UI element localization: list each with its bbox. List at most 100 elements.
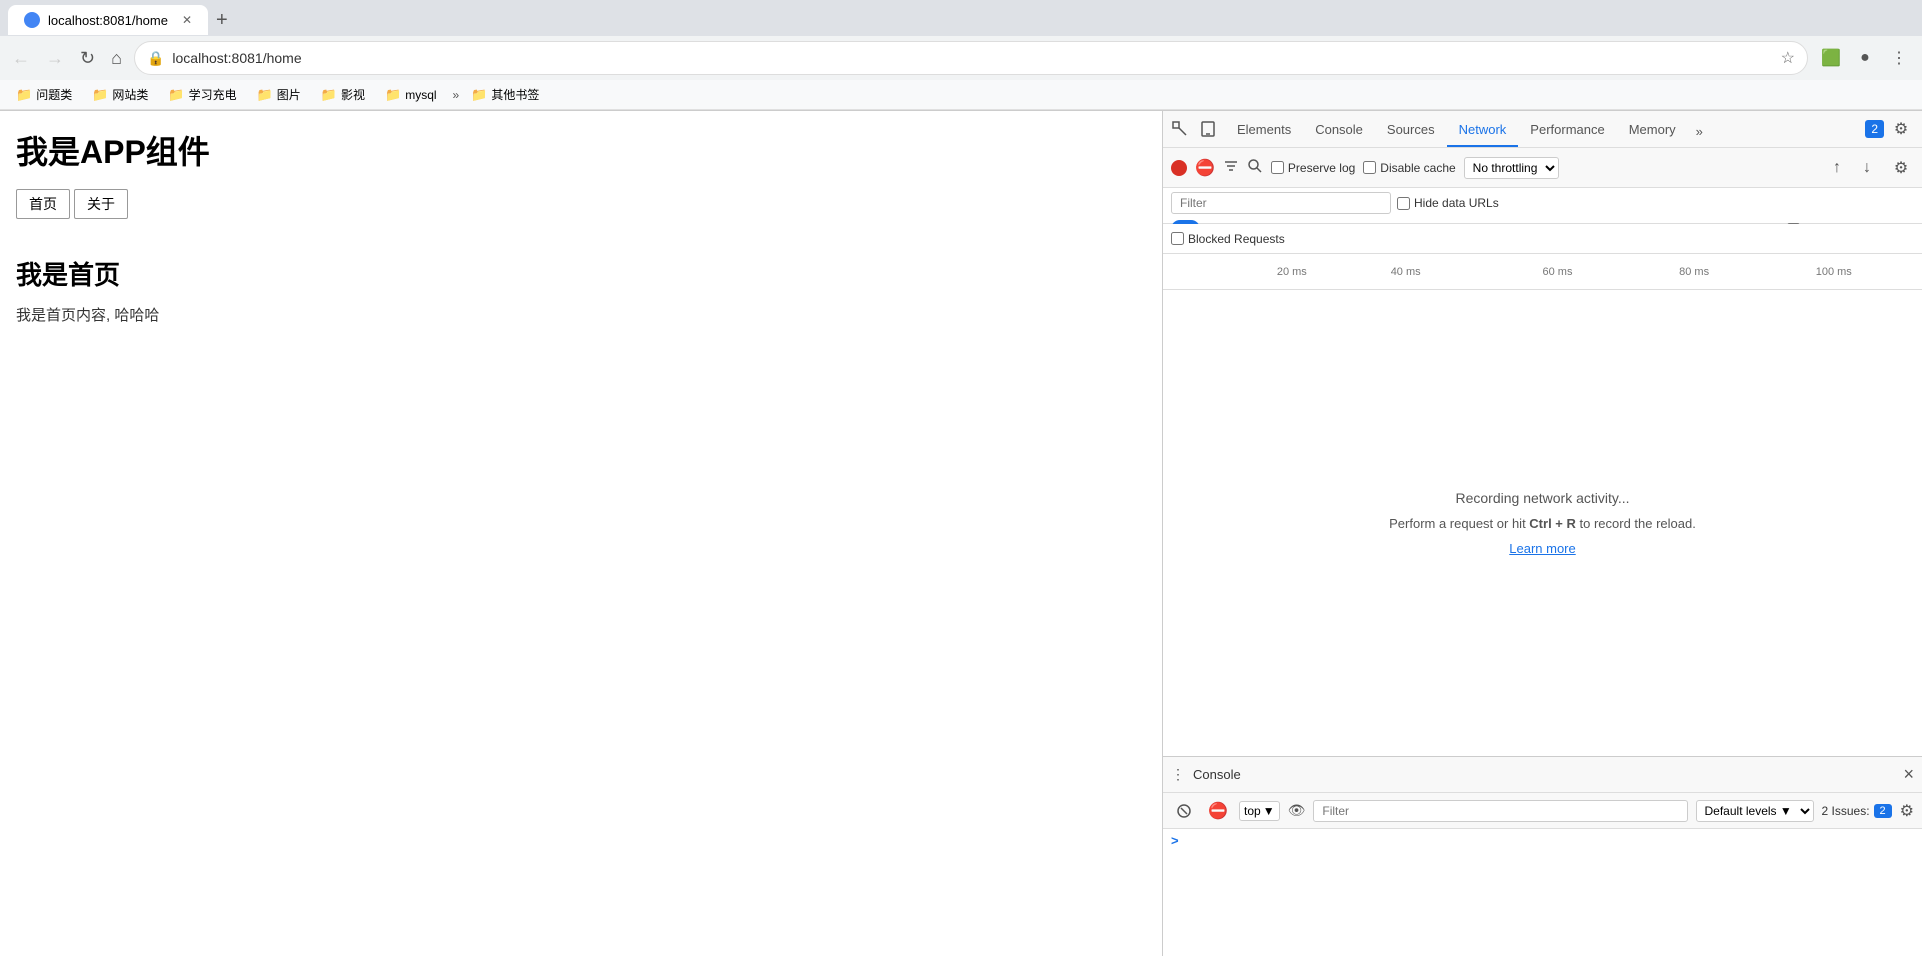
forward-button[interactable]: → <box>42 44 68 73</box>
disable-cache-text: Disable cache <box>1380 161 1455 175</box>
blocked-requests-label[interactable]: Blocked Requests <box>1171 232 1285 246</box>
tab-network[interactable]: Network <box>1447 114 1519 147</box>
tab-performance[interactable]: Performance <box>1518 114 1616 147</box>
bookmark-item[interactable]: 📁 影视 <box>313 84 373 105</box>
console-top-label: top <box>1244 804 1261 818</box>
console-caret: > <box>1171 833 1179 848</box>
filter-icon-button[interactable] <box>1223 158 1239 177</box>
bookmark-label: 问题类 <box>36 86 72 103</box>
record-button[interactable] <box>1171 160 1187 176</box>
throttling-select[interactable]: No throttling Slow 3G Fast 3G Offline <box>1464 157 1559 179</box>
bookmark-item[interactable]: 📁 学习充电 <box>160 84 244 105</box>
bookmark-item[interactable]: 📁 网站类 <box>84 84 156 105</box>
folder-icon: 📁 <box>16 87 32 103</box>
console-stop-button[interactable]: ⛔ <box>1205 798 1231 824</box>
reload-button[interactable]: ↻ <box>76 44 99 73</box>
perform-request-text: Perform a request or hit Ctrl + R to rec… <box>1389 516 1696 531</box>
tab-console[interactable]: Console <box>1303 114 1375 147</box>
console-top-select[interactable]: top ▼ <box>1239 801 1280 821</box>
extensions-button[interactable]: 🟩 <box>1816 43 1846 73</box>
console-clear-button[interactable] <box>1171 798 1197 824</box>
devtools-tab-icons: 2 ⚙ <box>1857 116 1922 142</box>
bookmark-label: 学习充电 <box>189 86 237 103</box>
tab-elements[interactable]: Elements <box>1225 114 1303 147</box>
disable-cache-checkbox[interactable] <box>1363 161 1376 174</box>
recording-text: Recording network activity... <box>1455 490 1629 506</box>
timeline-header: 20 ms 40 ms 60 ms 80 ms 100 ms <box>1163 254 1922 290</box>
bookmark-item[interactable]: 📁 问题类 <box>8 84 80 105</box>
devtools-more-tabs-button[interactable]: » <box>1688 116 1711 147</box>
bookmark-star-icon[interactable]: ☆ <box>1781 48 1795 68</box>
main-area: 我是APP组件 首页 关于 我是首页 我是首页内容, 哈哈哈 Eleme <box>0 111 1922 956</box>
learn-more-link[interactable]: Learn more <box>1509 541 1575 556</box>
search-icon-button[interactable] <box>1247 158 1263 177</box>
about-nav-button[interactable]: 关于 <box>74 189 128 219</box>
home-button[interactable]: ⌂ <box>107 44 126 73</box>
network-empty-state: Recording network activity... Perform a … <box>1163 290 1922 756</box>
devtools-tab-bar: Elements Console Sources Network Perform… <box>1225 111 1857 147</box>
issues-count[interactable]: 2 <box>1874 804 1892 818</box>
nav-bar: ← → ↻ ⌂ 🔒 localhost:8081/home ☆ 🟩 ● ⋮ <box>0 36 1922 80</box>
preserve-log-text: Preserve log <box>1288 161 1355 175</box>
console-eye-button[interactable]: 👁 <box>1288 802 1306 819</box>
bookmark-label: 影视 <box>341 86 365 103</box>
bookmarks-bar: 📁 问题类 📁 网站类 📁 学习充电 📁 图片 📁 影视 📁 mysql » 📁… <box>0 80 1922 110</box>
console-prompt: > <box>1171 833 1914 848</box>
accounts-button[interactable]: ● <box>1850 43 1880 73</box>
menu-button[interactable]: ⋮ <box>1884 43 1914 73</box>
bookmark-item[interactable]: 📁 图片 <box>249 84 309 105</box>
bookmark-label: mysql <box>405 88 436 102</box>
home-nav-button[interactable]: 首页 <box>16 189 70 219</box>
bookmark-item[interactable]: 📁 其他书签 <box>463 84 547 105</box>
upload-icon-button[interactable]: ↑ <box>1824 155 1850 181</box>
app-title: 我是APP组件 <box>16 127 1146 173</box>
bookmark-item[interactable]: 📁 mysql <box>377 85 445 105</box>
network-settings-button[interactable]: ⚙ <box>1888 155 1914 181</box>
bookmark-label: 网站类 <box>112 86 148 103</box>
issues-label: 2 Issues: <box>1822 804 1870 818</box>
address-bar[interactable]: 🔒 localhost:8081/home ☆ <box>134 41 1808 75</box>
disable-cache-label[interactable]: Disable cache <box>1363 161 1455 175</box>
url-text: localhost:8081/home <box>172 50 1772 66</box>
console-body[interactable]: > <box>1163 829 1922 956</box>
network-filter-bar: Hide data URLs All Fetch/XHR JS CSS Img … <box>1163 188 1922 224</box>
issues-badge[interactable]: 2 <box>1865 120 1884 138</box>
devtools-inspect-button[interactable] <box>1167 116 1193 142</box>
upload-download-icons: ↑ ↓ <box>1824 155 1880 181</box>
devtools-settings-button[interactable]: ⚙ <box>1888 116 1914 142</box>
blocked-requests-checkbox[interactable] <box>1171 232 1184 245</box>
bookmarks-more-button[interactable]: » <box>453 88 460 102</box>
folder-icon: 📁 <box>257 87 273 103</box>
keyboard-shortcut: Ctrl + R <box>1529 516 1576 531</box>
timeline-ticks: 20 ms 40 ms 60 ms 80 ms 100 ms <box>1163 254 1922 290</box>
issues-badge: 2 Issues: 2 <box>1822 804 1892 818</box>
download-icon-button[interactable]: ↓ <box>1854 155 1880 181</box>
tab-sources[interactable]: Sources <box>1375 114 1447 147</box>
folder-icon: 📁 <box>385 87 401 103</box>
console-levels-select[interactable]: Default levels ▼ <box>1696 800 1814 822</box>
network-filter-input[interactable] <box>1171 192 1391 214</box>
hide-data-urls-checkbox[interactable] <box>1397 197 1410 210</box>
back-button[interactable]: ← <box>8 44 34 73</box>
console-title: Console <box>1193 767 1895 782</box>
devtools-device-button[interactable] <box>1195 116 1221 142</box>
browser-chrome: localhost:8081/home ✕ + ← → ↻ ⌂ 🔒 localh… <box>0 0 1922 111</box>
preserve-log-checkbox[interactable] <box>1271 161 1284 174</box>
preserve-log-label[interactable]: Preserve log <box>1271 161 1355 175</box>
new-tab-button[interactable]: + <box>216 9 228 32</box>
console-panel: ⋮ Console × ⛔ top ▼ 👁 Default levels ▼ <box>1163 756 1922 956</box>
clear-button[interactable]: ⛔ <box>1195 158 1215 178</box>
console-filter-input[interactable] <box>1313 800 1687 822</box>
console-settings-button[interactable]: ⚙ <box>1900 801 1914 821</box>
browser-tab[interactable]: localhost:8081/home ✕ <box>8 5 208 35</box>
tab-close-button[interactable]: ✕ <box>182 13 192 27</box>
hide-data-urls-label[interactable]: Hide data URLs <box>1397 196 1499 210</box>
console-menu-button[interactable]: ⋮ <box>1171 766 1185 783</box>
network-filter-row2: Blocked Requests <box>1163 224 1922 254</box>
tab-memory[interactable]: Memory <box>1617 114 1688 147</box>
console-toolbar: ⛔ top ▼ 👁 Default levels ▼ 2 Issues: 2 ⚙ <box>1163 793 1922 829</box>
console-close-button[interactable]: × <box>1903 764 1914 785</box>
bookmark-label: 其他书签 <box>491 86 539 103</box>
tab-favicon <box>24 12 40 28</box>
timeline-tick-100ms: 100 ms <box>1816 266 1852 278</box>
